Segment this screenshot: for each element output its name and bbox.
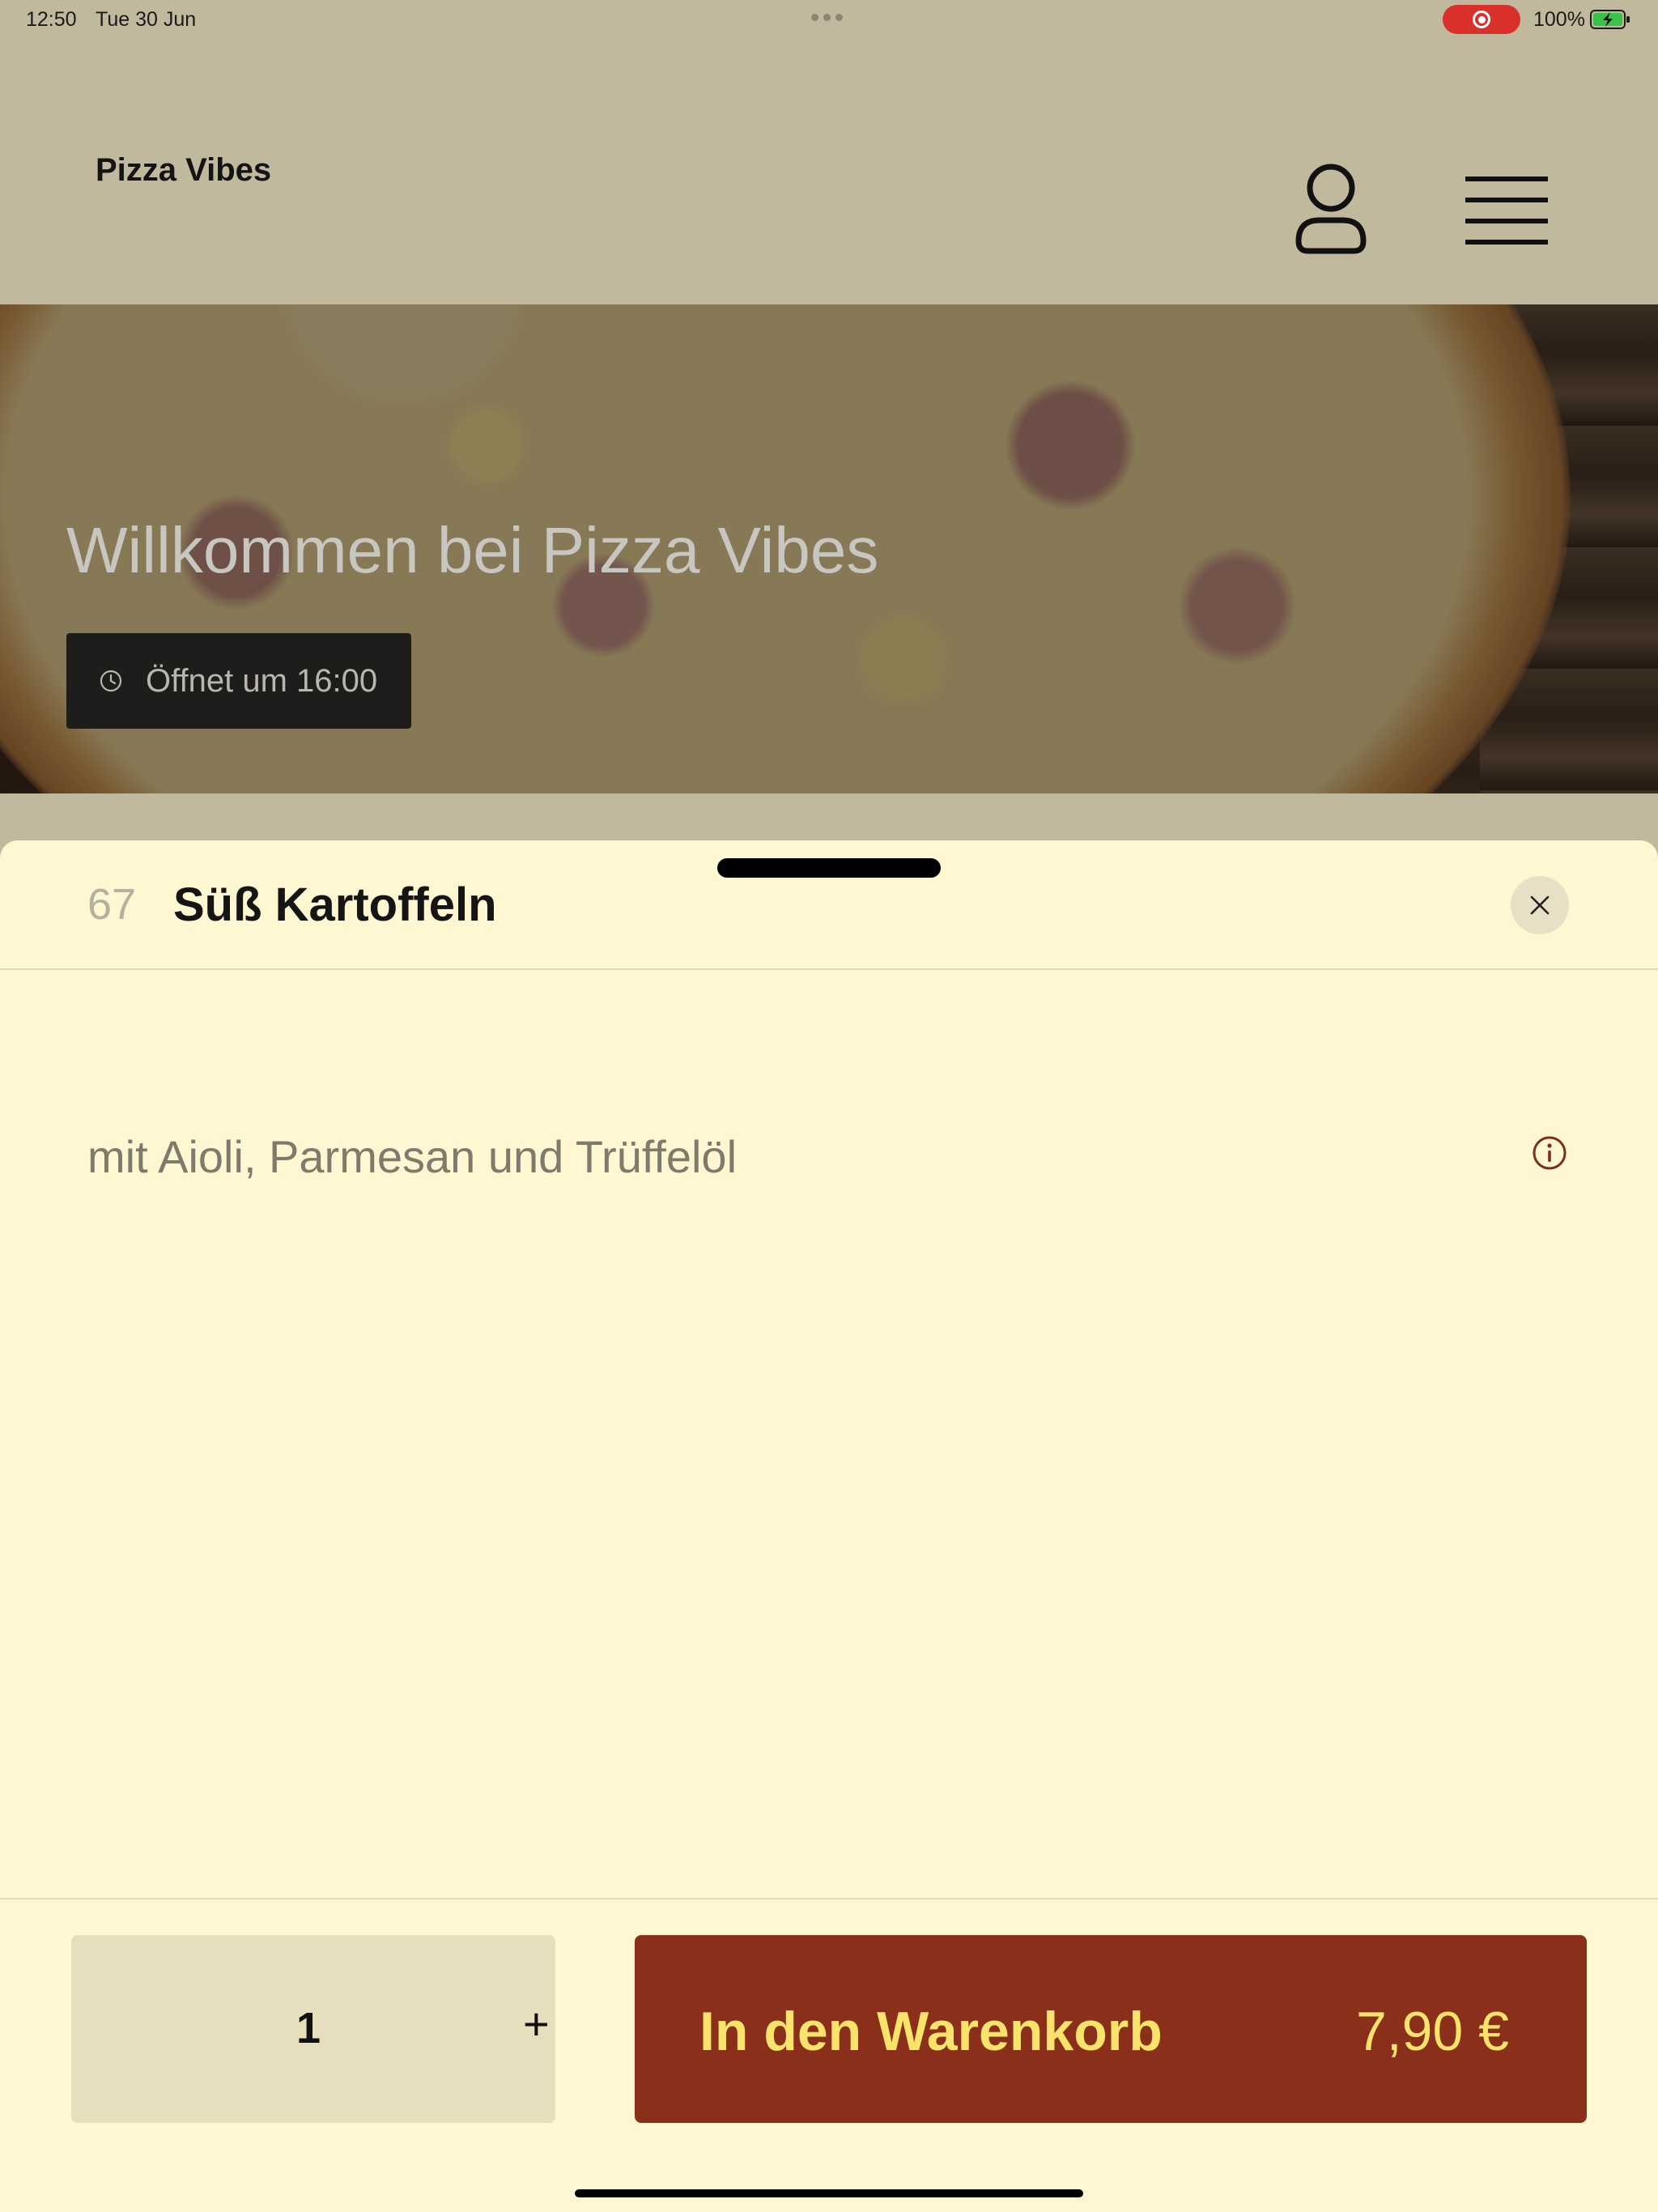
add-to-cart-button[interactable]: In den Warenkorb 7,90 €	[635, 1935, 1587, 2123]
user-account-icon[interactable]	[1292, 160, 1370, 257]
info-icon[interactable]	[1532, 1135, 1567, 1171]
quantity-stepper: 1 +	[71, 1935, 555, 2123]
item-number: 67	[87, 880, 137, 929]
opening-hours-text: Öffnet um 16:00	[146, 662, 378, 699]
multitasking-dots-icon[interactable]	[811, 14, 843, 21]
add-to-cart-label: In den Warenkorb	[699, 2001, 1163, 2062]
clock-icon	[100, 670, 122, 692]
battery-charging-icon	[1590, 10, 1630, 29]
product-detail-sheet: 67 Süß Kartoffeln mit Aioli, Parmesan un…	[0, 840, 1658, 2212]
status-date: Tue 30 Jun	[96, 8, 197, 31]
app-header: Pizza Vibes	[0, 39, 1658, 304]
hero-title: Willkommen bei Pizza Vibes	[66, 514, 879, 586]
home-indicator[interactable]	[575, 2189, 1083, 2197]
status-time: 12:50	[26, 8, 77, 31]
close-icon	[1530, 895, 1550, 915]
hamburger-menu-icon[interactable]	[1464, 173, 1550, 246]
close-button[interactable]	[1511, 876, 1569, 934]
sheet-header: 67 Süß Kartoffeln	[0, 840, 1658, 970]
hero-banner: Willkommen bei Pizza Vibes Öffnet um 16:…	[0, 304, 1658, 793]
brand-name[interactable]: Pizza Vibes	[96, 152, 271, 189]
opening-hours-badge: Öffnet um 16:00	[66, 633, 411, 729]
battery-percent: 100%	[1533, 8, 1585, 31]
sheet-footer: 1 + In den Warenkorb 7,90 €	[0, 1898, 1658, 2212]
item-description: mit Aioli, Parmesan und Trüffelöl	[87, 1131, 738, 1182]
item-title: Süß Kartoffeln	[173, 878, 497, 931]
item-price: 7,90 €	[1355, 2001, 1509, 2062]
increase-quantity-button[interactable]: +	[523, 2001, 550, 2047]
screen-recording-icon[interactable]	[1443, 5, 1520, 34]
status-bar: 12:50 Tue 30 Jun 100%	[0, 0, 1658, 39]
quantity-value: 1	[296, 2004, 321, 2052]
